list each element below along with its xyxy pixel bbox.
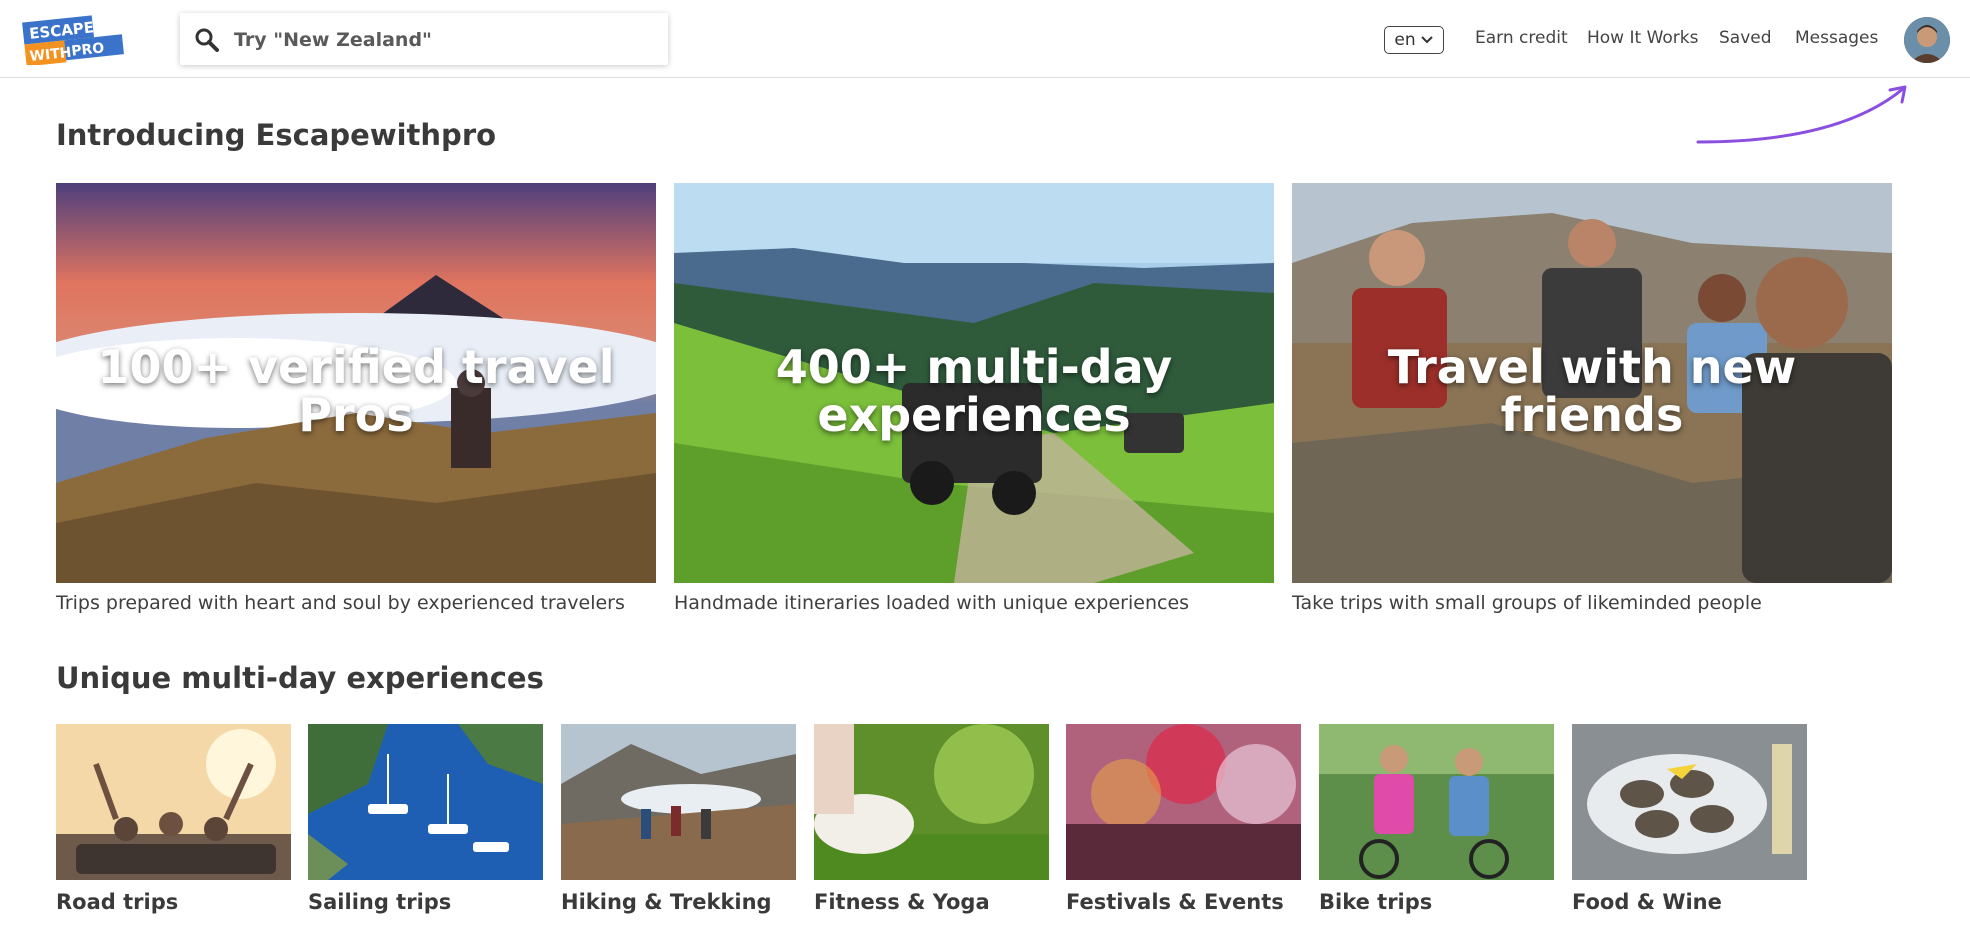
festival-image bbox=[1066, 724, 1301, 880]
category-label: Hiking & Trekking bbox=[561, 890, 772, 914]
food-wine-image bbox=[1572, 724, 1807, 880]
avatar-image bbox=[1904, 17, 1950, 63]
nav-saved[interactable]: Saved bbox=[1719, 28, 1772, 48]
nav-how-it-works[interactable]: How It Works bbox=[1587, 28, 1698, 48]
search-input[interactable] bbox=[232, 25, 656, 55]
feature-overlay-text: 100+ verified travel Pros bbox=[97, 340, 615, 442]
sailing-image bbox=[308, 724, 543, 880]
user-avatar[interactable] bbox=[1904, 17, 1950, 63]
category-label: Festivals & Events bbox=[1066, 890, 1284, 914]
category-bike-trips[interactable]: Bike trips bbox=[1319, 724, 1554, 914]
hiking-image bbox=[561, 724, 796, 880]
nav-earn-credit[interactable]: Earn credit bbox=[1475, 28, 1568, 48]
intro-heading: Introducing Escapewithpro bbox=[56, 118, 497, 152]
experiences-heading: Unique multi-day experiences bbox=[56, 661, 544, 695]
category-label: Bike trips bbox=[1319, 890, 1433, 914]
category-label: Sailing trips bbox=[308, 890, 452, 914]
search-box[interactable] bbox=[180, 13, 668, 65]
nav-messages[interactable]: Messages bbox=[1795, 28, 1878, 48]
feature-caption: Trips prepared with heart and soul by ex… bbox=[56, 592, 625, 614]
feature-card-pros[interactable]: 100+ verified travel Pros bbox=[56, 183, 656, 583]
category-road-trips[interactable]: Road trips bbox=[56, 724, 291, 914]
feature-caption: Handmade itineraries loaded with unique … bbox=[674, 592, 1190, 614]
category-fitness-yoga[interactable]: Fitness & Yoga bbox=[814, 724, 1049, 914]
svg-text:PRO: PRO bbox=[71, 40, 106, 59]
category-label: Fitness & Yoga bbox=[814, 890, 990, 914]
bike-image bbox=[1319, 724, 1554, 880]
feature-overlay-text: 400+ multi-day experiences bbox=[775, 340, 1173, 442]
language-selector[interactable]: en bbox=[1384, 26, 1444, 54]
category-hiking-trekking[interactable]: Hiking & Trekking bbox=[561, 724, 796, 914]
pointer-arrow bbox=[1696, 85, 1907, 144]
yoga-image bbox=[814, 724, 1049, 880]
language-value: en bbox=[1394, 30, 1416, 50]
category-label: Food & Wine bbox=[1572, 890, 1722, 914]
feature-card-experiences[interactable]: 400+ multi-day experiences bbox=[674, 183, 1274, 583]
chevron-down-icon bbox=[1420, 36, 1433, 44]
category-festivals-events[interactable]: Festivals & Events bbox=[1066, 724, 1301, 914]
escapewithpro-logo[interactable]: ESCAPE WITH PRO bbox=[22, 11, 132, 65]
top-navbar: ESCAPE WITH PRO en Earn credit How It Wo… bbox=[0, 0, 1970, 78]
feature-caption: Take trips with small groups of likemind… bbox=[1292, 592, 1762, 614]
feature-card-friends[interactable]: Travel with new friends bbox=[1292, 183, 1892, 583]
category-label: Road trips bbox=[56, 890, 179, 914]
road-trip-image bbox=[56, 724, 291, 880]
search-icon bbox=[195, 28, 219, 52]
feature-overlay-text: Travel with new friends bbox=[1387, 340, 1797, 442]
category-sailing-trips[interactable]: Sailing trips bbox=[308, 724, 543, 914]
category-food-wine[interactable]: Food & Wine bbox=[1572, 724, 1807, 914]
